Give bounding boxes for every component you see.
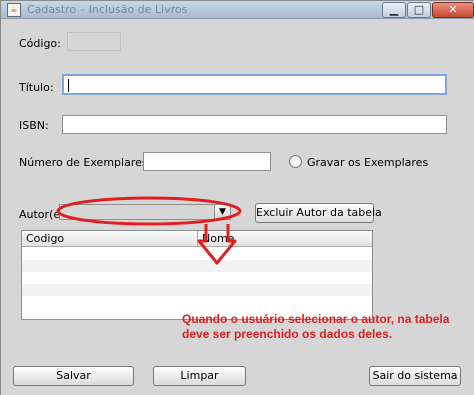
red-down-arrow-icon <box>197 224 237 265</box>
red-highlight-ellipse <box>56 196 242 226</box>
app-window: ☕ Cadastro – Inclusão de Livros ▁ □ ✕ Có… <box>0 0 474 395</box>
red-markup-overlay <box>56 196 242 265</box>
